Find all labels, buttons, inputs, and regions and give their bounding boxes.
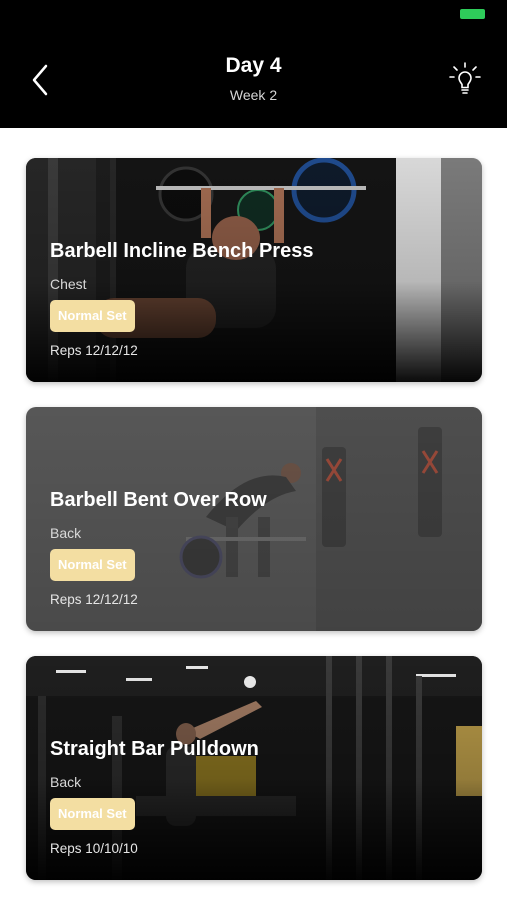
tips-button[interactable] <box>449 62 481 98</box>
set-type-badge: Normal Set <box>50 300 135 332</box>
lightbulb-icon <box>449 62 481 94</box>
exercise-muscle-group: Back <box>50 774 82 790</box>
exercise-muscle-group: Back <box>50 525 82 541</box>
exercise-card-1[interactable]: Barbell Incline Bench Press Chest Normal… <box>26 158 482 382</box>
exercise-card-3[interactable]: Straight Bar Pulldown Back Normal Set Re… <box>26 656 482 880</box>
page-title: Day 4 <box>225 54 282 77</box>
exercise-reps: Reps 12/12/12 <box>50 343 138 358</box>
exercise-card-2[interactable]: Barbell Bent Over Row Back Normal Set Re… <box>26 407 482 631</box>
exercise-muscle-group: Chest <box>50 276 87 292</box>
top-navigation-bar: Day 4 Week 2 <box>0 0 507 128</box>
battery-indicator <box>460 9 485 19</box>
exercise-name: Barbell Incline Bench Press <box>50 240 314 262</box>
set-type-badge: Normal Set <box>50 798 135 830</box>
set-type-badge: Normal Set <box>50 549 135 581</box>
page-subtitle: Week 2 <box>229 87 278 103</box>
exercise-reps: Reps 12/12/12 <box>50 592 138 607</box>
exercise-name: Straight Bar Pulldown <box>50 738 259 760</box>
exercise-reps: Reps 10/10/10 <box>50 841 138 856</box>
exercise-name: Barbell Bent Over Row <box>50 489 267 511</box>
